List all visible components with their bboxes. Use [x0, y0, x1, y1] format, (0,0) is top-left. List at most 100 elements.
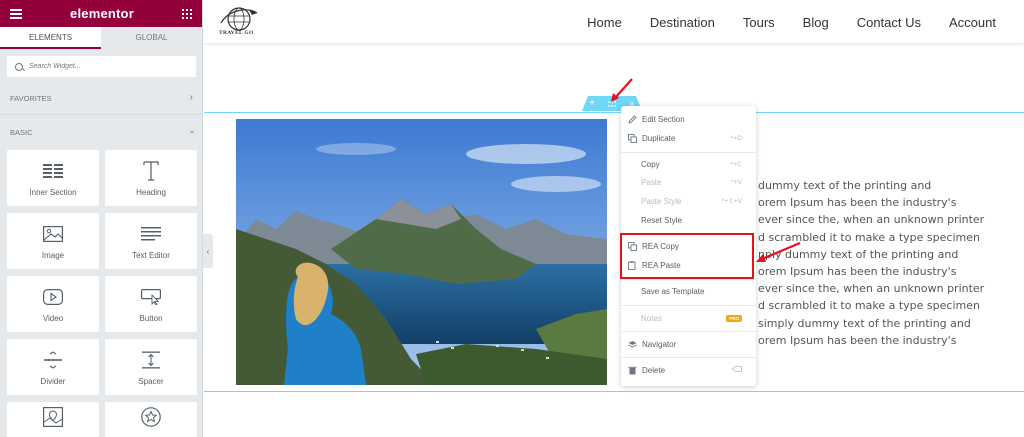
text-line: d scrambled it to make a type specimen — [758, 230, 980, 244]
panel-tabs: ELEMENTS GLOBAL — [0, 27, 202, 49]
nav-destination[interactable]: Destination — [650, 15, 715, 30]
menu-item-label: Paste — [641, 177, 662, 187]
widget-video[interactable]: Video — [7, 276, 99, 332]
widget-label: Text Editor — [132, 250, 170, 260]
widget-divider[interactable]: Divider — [7, 339, 99, 395]
tab-global[interactable]: GLOBAL — [101, 27, 202, 49]
category-basic[interactable]: BASIC › — [10, 127, 198, 137]
widget-heading[interactable]: Heading — [105, 150, 197, 206]
widgets-grid-icon[interactable] — [182, 8, 192, 19]
widget-image[interactable]: Image — [7, 213, 99, 269]
search-icon — [15, 62, 23, 71]
category-basic-label: BASIC — [10, 127, 33, 137]
menu-paste-style[interactable]: Paste Style ^+⇧+V — [621, 192, 756, 210]
text-line: simply dummy text of the printing and — [758, 316, 971, 330]
image-icon — [43, 223, 63, 245]
menu-separator — [621, 152, 756, 153]
duplicate-icon — [628, 133, 637, 143]
category-favorites[interactable]: FAVORITES › — [10, 93, 193, 103]
menu-item-label: Delete — [642, 365, 666, 375]
menu-item-label: Save as Template — [641, 286, 705, 296]
trash-icon — [628, 366, 637, 375]
highlight-box — [620, 233, 754, 279]
tab-elements[interactable]: ELEMENTS — [0, 27, 101, 49]
text-line: d scrambled it to make a type specimen — [758, 299, 980, 313]
pencil-icon — [628, 114, 637, 124]
menu-item-label: Reset Style — [641, 215, 682, 225]
nav-home[interactable]: Home — [587, 15, 622, 30]
video-icon — [43, 286, 63, 308]
menu-shortcut: ^+V — [730, 178, 742, 186]
category-favorites-label: FAVORITES — [10, 93, 52, 103]
widget-text-editor[interactable]: Text Editor — [105, 213, 197, 269]
heading-icon — [143, 160, 159, 182]
main-nav: Home Destination Tours Blog Contact Us A… — [587, 0, 1024, 44]
brand-logo: elementor — [70, 6, 134, 21]
drag-section-handle[interactable] — [602, 96, 622, 111]
widget-label: Spacer — [138, 376, 164, 386]
widget-google-maps[interactable] — [7, 402, 99, 437]
menu-reset-style[interactable]: Reset Style — [621, 211, 756, 229]
search-box — [7, 56, 196, 77]
pro-badge: PRO — [726, 314, 742, 322]
nav-contact-us[interactable]: Contact Us — [857, 15, 921, 30]
menu-edit-section[interactable]: Edit Section — [621, 110, 756, 128]
text-editor-icon — [141, 223, 161, 245]
menu-copy[interactable]: Copy ^+C — [621, 155, 756, 173]
panel-header: elementor — [0, 0, 202, 27]
text-line: orem Ipsum has been the industry's — [758, 265, 957, 279]
nav-account[interactable]: Account — [949, 15, 996, 30]
logo-text: TRAVEL GO — [219, 30, 254, 36]
menu-shortcut: ^+⇧+V — [721, 198, 742, 205]
panel-divider — [0, 114, 202, 115]
delete-key-icon — [731, 366, 742, 374]
menu-notes[interactable]: Notes PRO — [621, 309, 756, 327]
menu-duplicate[interactable]: Duplicate ^+D — [621, 129, 756, 147]
widget-inner-section[interactable]: Inner Section — [7, 150, 99, 206]
chevron-right-icon: › — [189, 92, 193, 103]
widget-spacer[interactable]: Spacer — [105, 339, 197, 395]
divider-icon — [43, 349, 63, 371]
widget-label: Divider — [40, 376, 66, 386]
widget-label: Button — [139, 313, 163, 323]
nav-tours[interactable]: Tours — [743, 15, 775, 30]
columns-icon — [43, 160, 63, 182]
elementor-editor: elementor ELEMENTS GLOBAL FAVORITES › BA… — [0, 0, 1024, 437]
nav-blog[interactable]: Blog — [803, 15, 829, 30]
menu-icon[interactable] — [10, 8, 22, 19]
menu-item-label: Notes — [641, 313, 662, 323]
menu-shortcut: ^+D — [730, 134, 742, 142]
menu-navigator[interactable]: Navigator — [621, 335, 756, 353]
widget-label: Heading — [136, 187, 166, 197]
search-widget-input[interactable] — [29, 63, 179, 70]
menu-separator — [621, 279, 756, 280]
menu-separator — [621, 331, 756, 332]
landscape-photo — [236, 119, 607, 385]
chevron-down-icon: › — [186, 130, 198, 134]
widget-button[interactable]: Button — [105, 276, 197, 332]
spacer-icon — [141, 349, 161, 371]
menu-item-label: Navigator — [642, 339, 677, 349]
widget-label: Image — [41, 250, 65, 260]
button-icon — [141, 286, 161, 308]
widget-icon[interactable] — [105, 402, 197, 437]
menu-item-label: Edit Section — [642, 114, 685, 124]
widget-label: Inner Section — [29, 187, 77, 197]
add-section-button[interactable]: + — [582, 96, 602, 111]
menu-save-as-template[interactable]: Save as Template — [621, 282, 756, 300]
menu-paste[interactable]: Paste ^+V — [621, 173, 756, 191]
text-line: nply dummy text of the printing and — [758, 247, 959, 261]
menu-item-label: Paste Style — [641, 196, 682, 206]
plus-icon: + — [589, 98, 595, 109]
site-header: TRAVEL GO Home Destination Tours Blog Co… — [204, 0, 1024, 44]
menu-item-label: Duplicate — [642, 133, 676, 143]
elementor-panel: elementor ELEMENTS GLOBAL FAVORITES › BA… — [0, 0, 203, 437]
text-line: ever since the, when an unknown printer — [758, 213, 985, 227]
menu-item-label: Copy — [641, 159, 660, 169]
menu-separator — [621, 357, 756, 358]
layers-icon — [628, 340, 637, 349]
menu-delete[interactable]: Delete — [621, 361, 756, 379]
menu-separator — [621, 305, 756, 306]
star-icon — [141, 406, 161, 428]
widget-label: Video — [42, 313, 64, 323]
